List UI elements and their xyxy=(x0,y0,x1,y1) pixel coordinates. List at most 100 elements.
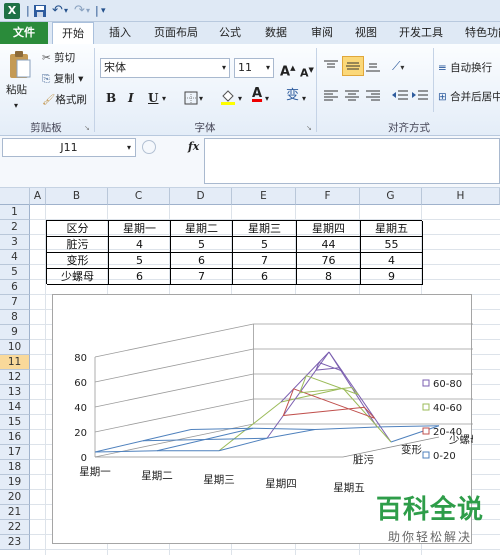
row-header-22[interactable]: 22 xyxy=(0,520,30,535)
tab-home[interactable]: 开始 xyxy=(52,22,94,44)
tab-formulas[interactable]: 公式 xyxy=(212,22,248,44)
grow-font-button[interactable]: A▲ xyxy=(280,60,295,80)
col-header-a[interactable]: A xyxy=(30,188,46,205)
col-header-h[interactable]: H xyxy=(422,188,500,205)
table-header-cell[interactable]: 星期一 xyxy=(109,221,171,237)
table-cell[interactable]: 5 xyxy=(171,237,233,253)
shrink-font-button[interactable]: A▼ xyxy=(300,62,314,82)
row-header-2[interactable]: 2 xyxy=(0,220,30,235)
table-cell[interactable]: 7 xyxy=(171,269,233,285)
pinyin-button[interactable]: 变 xyxy=(286,88,299,104)
row-header-21[interactable]: 21 xyxy=(0,505,30,520)
undo-dropdown-icon[interactable]: ▾ xyxy=(64,3,68,19)
redo-button[interactable]: ↷ xyxy=(74,3,85,19)
font-color-dropdown-icon[interactable]: ▾ xyxy=(265,91,269,107)
table-cell[interactable]: 少螺母 xyxy=(47,269,109,285)
merge-center-button[interactable]: ⊞ 合并后居中 xyxy=(438,89,500,105)
underline-button[interactable]: U xyxy=(148,90,158,106)
table-header-cell[interactable]: 星期四 xyxy=(297,221,361,237)
fill-color-icon[interactable] xyxy=(220,88,236,106)
paste-dropdown-icon[interactable]: ▾ xyxy=(14,98,18,114)
excel-logo-icon[interactable]: X xyxy=(4,3,20,19)
row-header-12[interactable]: 12 xyxy=(0,370,30,385)
borders-icon[interactable] xyxy=(184,91,198,105)
wrap-text-button[interactable]: ≡ 自动换行 xyxy=(438,60,492,76)
row-header-18[interactable]: 18 xyxy=(0,460,30,475)
tab-page-layout[interactable]: 页面布局 xyxy=(148,22,204,44)
align-middle-button[interactable] xyxy=(342,56,364,76)
align-top-icon[interactable] xyxy=(324,60,338,72)
align-left-icon[interactable] xyxy=(324,90,338,102)
bold-button[interactable]: B xyxy=(106,90,116,106)
increase-indent-icon[interactable] xyxy=(412,90,428,102)
font-color-button[interactable]: A xyxy=(252,86,262,102)
tab-insert[interactable]: 插入 xyxy=(100,22,140,44)
table-cell[interactable]: 6 xyxy=(109,269,171,285)
row-header-4[interactable]: 4 xyxy=(0,250,30,265)
table-cell[interactable]: 8 xyxy=(297,269,361,285)
paste-button[interactable]: 粘贴 xyxy=(6,82,27,98)
clipboard-launcher-icon[interactable]: ↘ xyxy=(84,120,90,136)
table-cell[interactable]: 4 xyxy=(361,253,423,269)
copy-button[interactable]: ⎘ 复制 ▾ xyxy=(42,71,83,87)
table-cell[interactable]: 44 xyxy=(297,237,361,253)
paste-icon[interactable] xyxy=(8,50,32,80)
select-all-corner[interactable] xyxy=(0,188,30,205)
font-family-select[interactable]: 宋体 ▾ xyxy=(100,58,230,78)
pinyin-dropdown-icon[interactable]: ▾ xyxy=(302,91,306,107)
row-header-1[interactable]: 1 xyxy=(0,205,30,220)
table-cell[interactable]: 9 xyxy=(361,269,423,285)
orientation-button[interactable]: ⟋▾ xyxy=(392,58,404,76)
row-header-3[interactable]: 3 xyxy=(0,235,30,250)
tab-file[interactable]: 文件 xyxy=(0,22,48,44)
italic-button[interactable]: I xyxy=(128,90,134,106)
format-painter-button[interactable]: 🖌格式刷 xyxy=(42,92,87,108)
insert-function-button[interactable]: fx xyxy=(188,140,199,153)
col-header-d[interactable]: D xyxy=(170,188,232,205)
table-cell[interactable]: 5 xyxy=(233,237,297,253)
row-header-6[interactable]: 6 xyxy=(0,280,30,295)
row-header-19[interactable]: 19 xyxy=(0,475,30,490)
cut-button[interactable]: ✂ 剪切 xyxy=(42,50,75,66)
table-cell[interactable]: 7 xyxy=(233,253,297,269)
tab-features[interactable]: 特色功能 xyxy=(458,22,500,44)
row-header-13[interactable]: 13 xyxy=(0,385,30,400)
tab-view[interactable]: 视图 xyxy=(348,22,384,44)
redo-dropdown-icon[interactable]: ▾ xyxy=(86,3,90,19)
align-bottom-icon[interactable] xyxy=(366,60,380,72)
table-cell[interactable]: 6 xyxy=(233,269,297,285)
table-cell[interactable]: 55 xyxy=(361,237,423,253)
row-header-5[interactable]: 5 xyxy=(0,265,30,280)
align-center-icon[interactable] xyxy=(345,90,359,102)
formula-bar-resize-handle[interactable] xyxy=(142,140,156,154)
table-header-cell[interactable]: 星期五 xyxy=(361,221,423,237)
row-header-8[interactable]: 8 xyxy=(0,310,30,325)
col-header-b[interactable]: B xyxy=(46,188,108,205)
font-launcher-icon[interactable]: ↘ xyxy=(306,120,312,136)
table-cell[interactable]: 76 xyxy=(297,253,361,269)
row-header-9[interactable]: 9 xyxy=(0,325,30,340)
name-box[interactable]: J11 ▾ xyxy=(2,138,136,157)
decrease-indent-icon[interactable] xyxy=(392,90,408,102)
tab-developer[interactable]: 开发工具 xyxy=(392,22,450,44)
save-icon[interactable] xyxy=(33,4,47,18)
table-cell[interactable]: 6 xyxy=(171,253,233,269)
tab-review[interactable]: 审阅 xyxy=(304,22,340,44)
underline-dropdown-icon[interactable]: ▾ xyxy=(162,91,166,107)
formula-input[interactable] xyxy=(204,138,500,184)
row-header-14[interactable]: 14 xyxy=(0,400,30,415)
row-header-20[interactable]: 20 xyxy=(0,490,30,505)
row-header-7[interactable]: 7 xyxy=(0,295,30,310)
row-header-11[interactable]: 11 xyxy=(0,355,30,370)
row-header-23[interactable]: 23 xyxy=(0,535,30,550)
undo-button[interactable]: ↶ xyxy=(52,3,63,19)
align-right-icon[interactable] xyxy=(366,90,380,102)
font-size-select[interactable]: 11 ▾ xyxy=(234,58,274,78)
table-cell[interactable]: 变形 xyxy=(47,253,109,269)
col-header-e[interactable]: E xyxy=(232,188,296,205)
col-header-f[interactable]: F xyxy=(296,188,360,205)
tab-data[interactable]: 数据 xyxy=(256,22,296,44)
table-cell[interactable]: 脏污 xyxy=(47,237,109,253)
row-header-15[interactable]: 15 xyxy=(0,415,30,430)
col-header-c[interactable]: C xyxy=(108,188,170,205)
